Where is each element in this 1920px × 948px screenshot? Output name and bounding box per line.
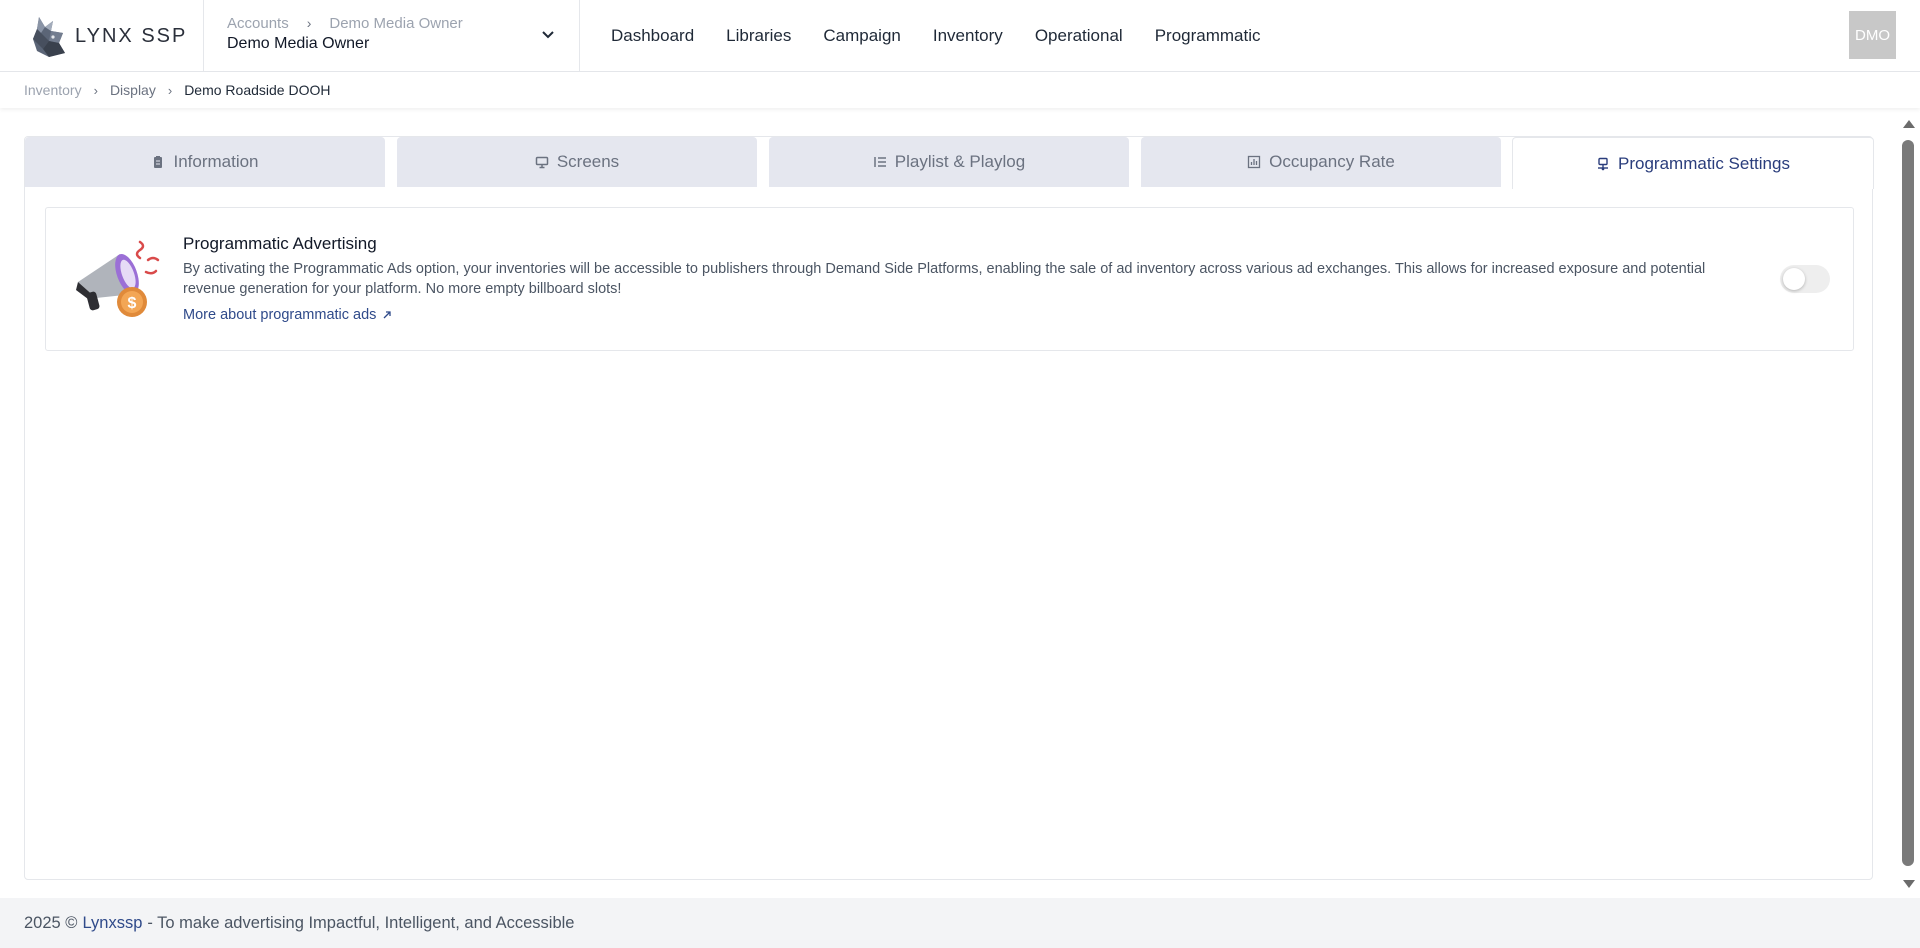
- scroll-down-icon[interactable]: [1903, 880, 1915, 888]
- breadcrumb-current: Demo Roadside DOOH: [184, 82, 331, 98]
- top-header: LYNX SSP Accounts › Demo Media Owner Dem…: [0, 0, 1920, 72]
- card-description: By activating the Programmatic Ads optio…: [183, 261, 1706, 297]
- link-label: More about programmatic ads: [183, 307, 377, 323]
- header-divider: [579, 0, 580, 72]
- breadcrumb-inventory[interactable]: Inventory: [24, 82, 82, 98]
- toggle-knob: [1783, 268, 1805, 290]
- tab-occupancy-rate[interactable]: Occupancy Rate: [1141, 137, 1501, 187]
- tab-label: Information: [173, 152, 259, 171]
- footer-brand-link[interactable]: Lynxssp: [82, 914, 142, 933]
- logo-text: LYNX SSP: [75, 24, 188, 47]
- external-link-icon: [383, 311, 392, 319]
- nav-campaign[interactable]: Campaign: [823, 26, 901, 46]
- main-nav: Dashboard Libraries Campaign Inventory O…: [611, 0, 1293, 72]
- breadcrumb-display[interactable]: Display: [110, 82, 156, 98]
- tab-bar: Information Screens Playlist & Playlog O…: [25, 137, 1874, 189]
- page-scrollbar[interactable]: [1901, 118, 1917, 888]
- tab-programmatic-settings[interactable]: Programmatic Settings: [1512, 137, 1874, 189]
- footer: 2025 © Lynxssp - To make advertising Imp…: [0, 898, 1920, 948]
- account-crumb-accounts[interactable]: Accounts: [227, 15, 289, 32]
- tab-label: Screens: [556, 152, 620, 171]
- chevron-right-icon: ›: [93, 82, 98, 98]
- logo[interactable]: LYNX SSP: [29, 12, 187, 60]
- tab-label: Programmatic Settings: [1618, 153, 1790, 173]
- chevron-down-icon[interactable]: [539, 26, 557, 44]
- more-about-programmatic-link[interactable]: More about programmatic ads: [183, 307, 392, 323]
- list-icon: [874, 157, 886, 167]
- tab-screens[interactable]: Screens: [397, 137, 757, 187]
- bar-chart-icon: [1248, 155, 1261, 169]
- monitor-icon: [535, 156, 549, 169]
- account-name: Demo Media Owner: [227, 35, 370, 52]
- programmatic-toggle[interactable]: [1780, 265, 1830, 293]
- nav-programmatic[interactable]: Programmatic: [1155, 26, 1261, 46]
- account-breadcrumb: Accounts › Demo Media Owner: [227, 12, 557, 34]
- breadcrumb: Inventory › Display › Demo Roadside DOOH: [0, 72, 1920, 108]
- lynx-logo-icon: [33, 17, 65, 57]
- chevron-right-icon: ›: [306, 15, 312, 31]
- chevron-right-icon: ›: [167, 82, 173, 98]
- nav-dashboard[interactable]: Dashboard: [611, 26, 694, 46]
- tab-information[interactable]: Information: [25, 137, 385, 187]
- content-panel: Information Screens Playlist & Playlog O…: [24, 136, 1874, 880]
- card-title: Programmatic Advertising: [183, 234, 377, 253]
- scroll-up-icon[interactable]: [1903, 120, 1915, 128]
- footer-tagline: - To make advertising Impactful, Intelli…: [147, 913, 575, 932]
- tab-playlist-playlog[interactable]: Playlist & Playlog: [769, 137, 1129, 187]
- svg-text:$: $: [128, 295, 137, 312]
- programmatic-advertising-card: $ Programmatic Advertising By activating…: [45, 207, 1854, 351]
- scrollbar-thumb[interactable]: [1902, 140, 1914, 866]
- network-icon: [1598, 157, 1609, 170]
- tab-label: Playlist & Playlog: [894, 152, 1026, 171]
- nav-inventory[interactable]: Inventory: [933, 26, 1003, 46]
- megaphone-coin-icon: $: [76, 240, 160, 317]
- tab-label: Occupancy Rate: [1269, 152, 1395, 171]
- account-crumb-owner: Demo Media Owner: [329, 14, 463, 32]
- footer-copyright: 2025 ©: [24, 913, 78, 932]
- nav-operational[interactable]: Operational: [1035, 26, 1123, 46]
- nav-libraries[interactable]: Libraries: [726, 26, 791, 46]
- account-selector[interactable]: Accounts › Demo Media Owner Demo Media O…: [227, 12, 557, 60]
- user-avatar[interactable]: DMO: [1849, 11, 1896, 59]
- header-divider: [203, 0, 204, 72]
- clipboard-icon: [154, 156, 163, 168]
